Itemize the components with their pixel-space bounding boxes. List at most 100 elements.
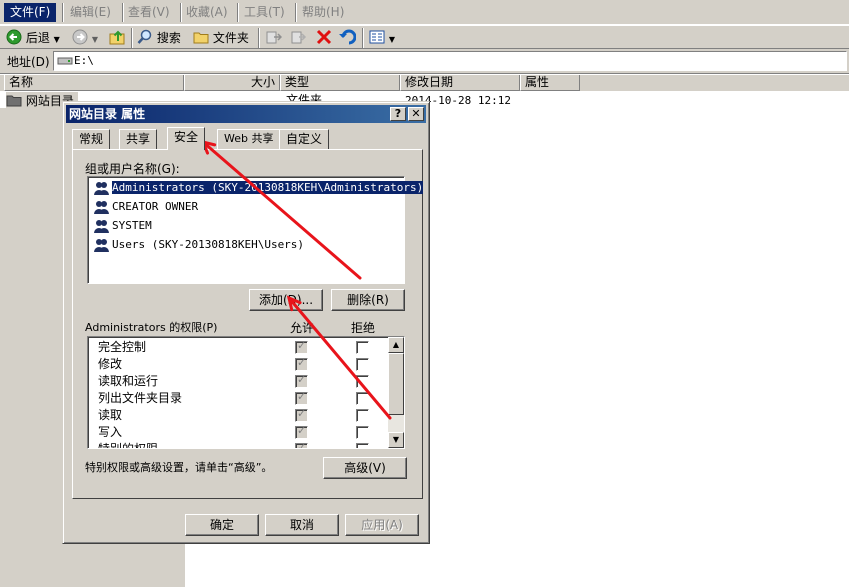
forward-arrow-icon <box>72 29 88 45</box>
scroll-thumb[interactable] <box>388 353 404 415</box>
views-button[interactable]: ▼ <box>369 28 395 48</box>
folder-icon <box>6 95 22 107</box>
cancel-button[interactable]: 取消 <box>265 514 339 536</box>
list-item-creator-owner[interactable]: CREATOR OWNER <box>92 198 198 216</box>
search-label: 搜索 <box>156 31 181 45</box>
forward-button[interactable]: ▼ <box>72 28 98 48</box>
menu-edit[interactable]: 编辑(E) <box>64 3 117 22</box>
back-dropdown-icon[interactable]: ▼ <box>54 35 60 44</box>
toolbar-separator <box>258 28 260 48</box>
allow-checkbox[interactable] <box>295 441 308 448</box>
menu-file[interactable]: 文件(F) <box>4 3 57 22</box>
column-size[interactable]: 大小 <box>184 75 280 91</box>
advanced-button[interactable]: 高级(V) <box>323 457 407 479</box>
up-folder-icon <box>109 30 125 45</box>
tab-security[interactable]: 安全 <box>167 127 206 150</box>
drive-icon <box>57 57 73 65</box>
menu-favorites[interactable]: 收藏(A) <box>180 3 234 22</box>
up-folder-button[interactable] <box>109 28 127 48</box>
copy-to-icon <box>291 31 307 44</box>
column-name[interactable]: 名称 <box>4 75 184 91</box>
group-label: 组或用户名称(G): <box>85 162 180 176</box>
add-button[interactable]: 添加(D)... <box>249 289 323 311</box>
back-button[interactable]: 后退 ▼ <box>6 28 60 48</box>
allow-checkbox[interactable] <box>295 407 308 422</box>
deny-checkbox[interactable] <box>356 443 369 448</box>
deny-checkbox[interactable] <box>356 392 369 405</box>
allow-checkbox[interactable] <box>295 424 308 439</box>
move-to-icon <box>266 31 283 44</box>
list-item-users[interactable]: Users (SKY-20130818KEH\Users) <box>92 236 304 254</box>
scroll-up-icon[interactable]: ▲ <box>388 337 404 353</box>
folders-button[interactable]: 文件夹 <box>193 28 249 48</box>
permission-label: 列出文件夹目录 <box>98 391 183 405</box>
dialog-title: 网站目录 属性 <box>69 107 146 121</box>
undo-button[interactable] <box>338 28 357 48</box>
search-icon <box>137 29 152 44</box>
back-arrow-icon <box>6 29 22 45</box>
permissions-scrollbar[interactable]: ▲ ▼ <box>388 337 404 448</box>
move-to-button[interactable] <box>266 28 283 48</box>
user-name: CREATOR OWNER <box>112 200 199 213</box>
toolbar: 后退 ▼ ▼ 搜索 文件夹 ▼ <box>0 25 849 49</box>
users-group-icon <box>94 182 109 195</box>
scroll-down-icon[interactable]: ▼ <box>388 432 404 448</box>
user-name: Administrators (SKY-20130818KEH\Administ… <box>112 181 424 194</box>
tab-web-sharing[interactable]: Web 共享 <box>217 129 281 149</box>
permission-label: 特别的权限 <box>98 442 159 449</box>
help-icon[interactable]: ? <box>390 107 406 121</box>
apply-button[interactable]: 应用(A) <box>345 514 419 536</box>
user-name: SYSTEM <box>112 219 152 232</box>
permission-label: 修改 <box>98 357 123 371</box>
permission-label: 读取 <box>98 408 123 422</box>
user-name: Users (SKY-20130818KEH\Users) <box>112 238 305 251</box>
column-modified[interactable]: 修改日期 <box>400 75 520 91</box>
menu-view[interactable]: 查看(V) <box>122 3 176 22</box>
address-value: E:\ <box>74 54 94 67</box>
copy-to-button[interactable] <box>291 28 307 48</box>
deny-checkbox[interactable] <box>356 409 369 422</box>
views-dropdown-icon[interactable]: ▼ <box>389 35 395 44</box>
deny-checkbox[interactable] <box>356 341 369 354</box>
undo-icon <box>339 29 357 45</box>
advanced-hint: 特别权限或高级设置，请单击“高级”。 <box>85 461 273 474</box>
allow-checkbox[interactable] <box>295 390 308 405</box>
allow-checkbox[interactable] <box>295 339 308 354</box>
allow-checkbox[interactable] <box>295 356 308 371</box>
menu-help[interactable]: 帮助(H) <box>296 3 350 22</box>
users-group-icon <box>94 201 109 214</box>
permission-label: 写入 <box>98 425 123 439</box>
tab-general[interactable]: 常规 <box>72 129 111 149</box>
users-group-icon <box>94 220 109 233</box>
tab-custom[interactable]: 自定义 <box>279 129 330 149</box>
list-item-administrators[interactable]: Administrators (SKY-20130818KEH\Administ… <box>92 179 424 197</box>
list-item-system[interactable]: SYSTEM <box>92 217 152 235</box>
menu-tools[interactable]: 工具(T) <box>238 3 291 22</box>
permission-label: 读取和运行 <box>98 374 159 388</box>
allow-checkbox[interactable] <box>295 373 308 388</box>
folder-icon <box>193 32 209 44</box>
permission-label: 完全控制 <box>98 340 147 354</box>
address-bar: 地址(D) E:\ <box>0 49 849 74</box>
search-button[interactable]: 搜索 <box>137 28 181 48</box>
close-icon[interactable]: ✕ <box>408 107 424 121</box>
users-listbox[interactable]: Administrators (SKY-20130818KEH\Administ… <box>87 176 424 284</box>
delete-x-icon <box>316 29 332 45</box>
address-input[interactable]: E:\ <box>53 51 847 71</box>
toolbar-separator <box>131 28 133 48</box>
deny-checkbox[interactable] <box>356 375 369 388</box>
deny-checkbox[interactable] <box>356 426 369 439</box>
remove-button[interactable]: 删除(R) <box>331 289 405 311</box>
allow-header: 允许 <box>290 321 315 335</box>
column-type[interactable]: 类型 <box>280 75 400 91</box>
deny-checkbox[interactable] <box>356 358 369 371</box>
forward-dropdown-icon[interactable]: ▼ <box>92 35 98 44</box>
ok-button[interactable]: 确定 <box>185 514 259 536</box>
folders-label: 文件夹 <box>212 31 249 45</box>
dialog-titlebar[interactable]: 网站目录 属性 ? ✕ <box>66 105 426 123</box>
toolbar-separator <box>362 28 364 48</box>
properties-dialog: 网站目录 属性 ? ✕ 常规 共享 安全 Web 共享 自定义 组或用户名称(G… <box>62 101 430 544</box>
column-attributes[interactable]: 属性 <box>520 75 580 91</box>
delete-button[interactable] <box>316 28 332 48</box>
tab-sharing[interactable]: 共享 <box>119 129 158 149</box>
